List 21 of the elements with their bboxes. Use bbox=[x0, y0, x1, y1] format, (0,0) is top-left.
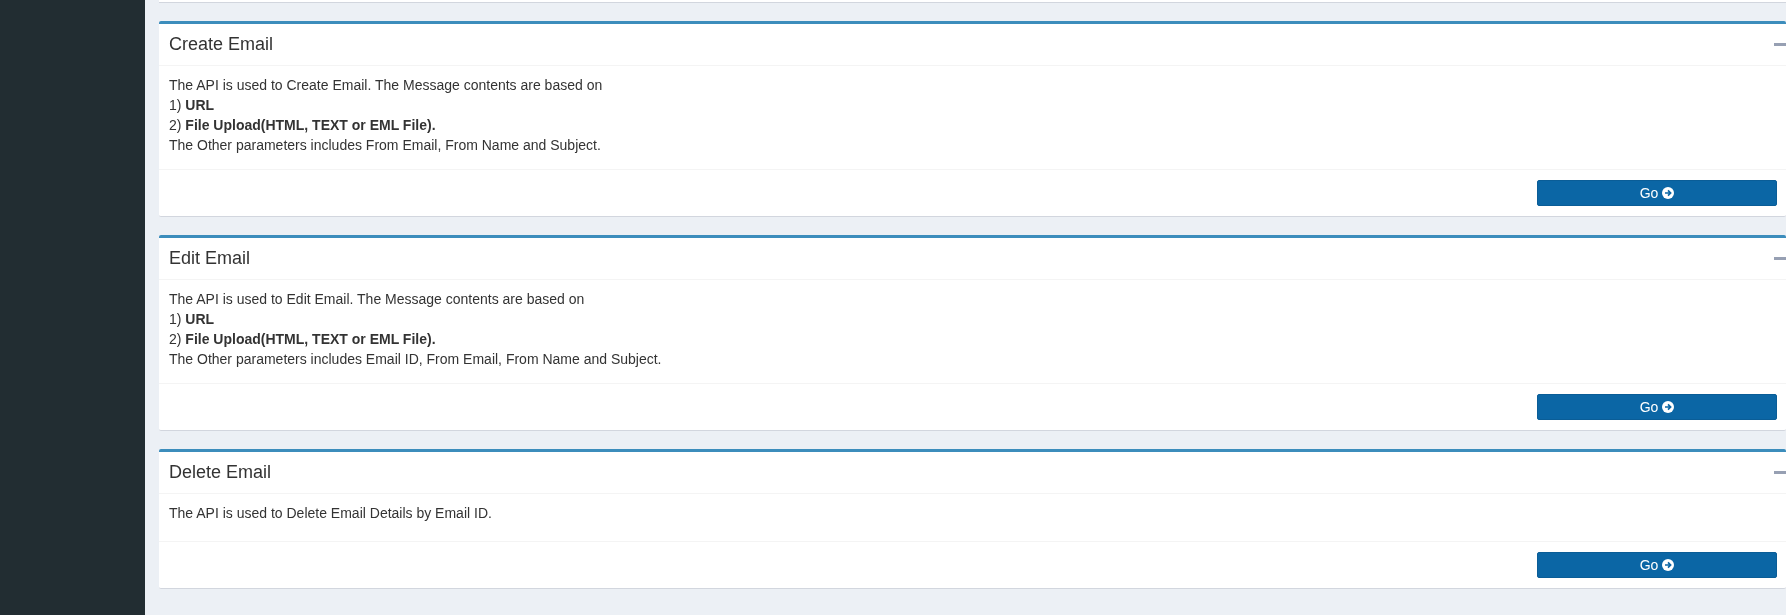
arrow-circle-icon bbox=[1662, 187, 1675, 199]
arrow-circle-icon bbox=[1662, 559, 1675, 571]
description-text: The API is used to Delete Email Details by Email ID. bbox=[169, 504, 493, 523]
description-text: 1) URL bbox=[169, 96, 216, 115]
panel-title: Create Email bbox=[169, 34, 274, 55]
go-button[interactable]: Go bbox=[1537, 180, 1777, 206]
go-button[interactable]: Go bbox=[1537, 394, 1777, 420]
description-text: 2) File Upload(HTML, TEXT or EML File). bbox=[169, 330, 437, 349]
description-text: The Other parameters includes Email ID, From Email, From Name and Subject. bbox=[169, 350, 663, 369]
description-text: 2) File Upload(HTML, TEXT or EML File). bbox=[169, 116, 437, 135]
description-text: 1) URL bbox=[169, 310, 216, 329]
collapse-icon[interactable] bbox=[1774, 43, 1786, 46]
description-text: The API is used to Edit Email. The Message contents are based on bbox=[169, 290, 586, 309]
go-button[interactable]: Go bbox=[1537, 552, 1777, 578]
arrow-circle-icon bbox=[1662, 401, 1675, 413]
description-text: The API is used to Create Email. The Message contents are based on bbox=[169, 76, 604, 95]
collapse-icon[interactable] bbox=[1774, 257, 1786, 260]
panel-title: Edit Email bbox=[169, 248, 251, 269]
description-text: The Other parameters includes From Email, From Name and Subject. bbox=[169, 136, 602, 155]
collapse-icon[interactable] bbox=[1774, 471, 1786, 474]
panel-title: Delete Email bbox=[169, 462, 272, 483]
